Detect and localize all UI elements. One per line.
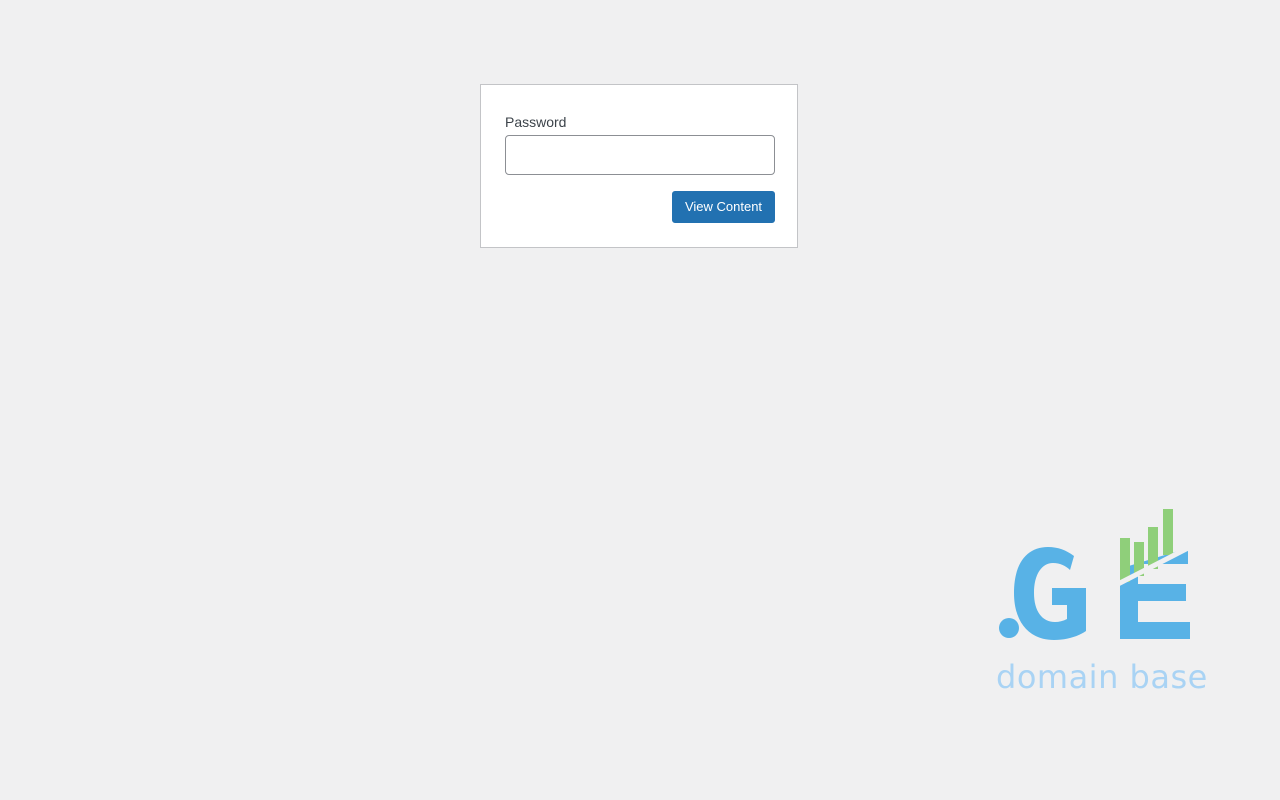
password-label: Password [505, 114, 567, 130]
password-input[interactable] [505, 135, 775, 175]
logo-bar-1 [1120, 538, 1130, 582]
logo-dot [999, 618, 1019, 638]
page: Password View Content domain base [0, 0, 1280, 800]
logo-bar-4 [1163, 509, 1173, 555]
password-form: Password View Content [480, 84, 798, 248]
brand-tagline: domain base [996, 658, 1208, 696]
logo-letter-g [1014, 547, 1086, 640]
view-content-button[interactable]: View Content [672, 191, 775, 223]
